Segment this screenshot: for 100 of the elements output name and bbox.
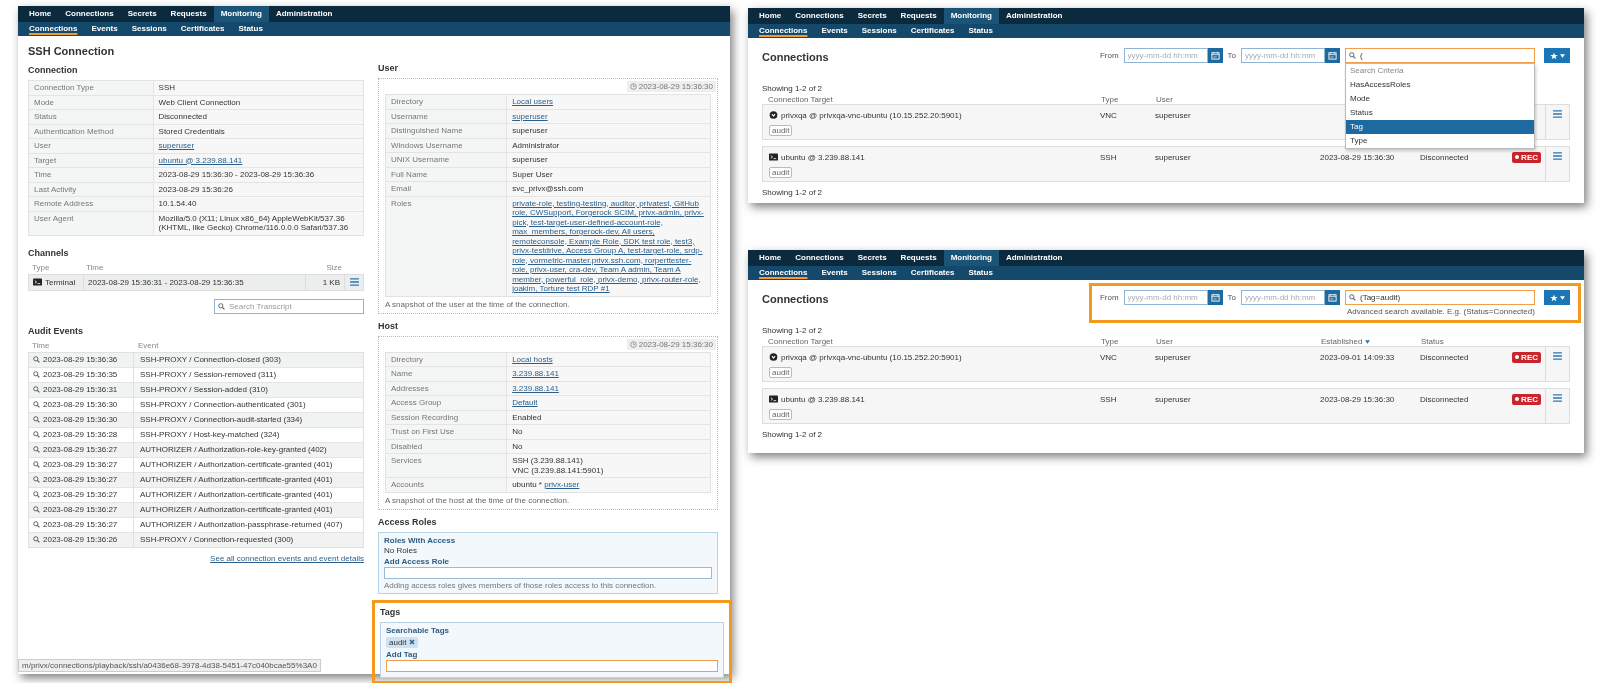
sub-nav-tab[interactable]: Certificates [903,266,962,280]
nav-tab[interactable]: Home [22,6,59,22]
nav-tab[interactable]: Home [752,8,789,24]
connection-row[interactable]: privxqa @ privxqa-vnc-ubuntu (10.15.252.20:5901) VNC superuser 2023-09-01 14:09:33 Disconnected REC audit [762,346,1570,382]
clock-icon [629,340,637,348]
favorites-button[interactable] [1544,48,1570,63]
event-time[interactable]: 2023-08-29 15:36:26 [43,535,118,544]
link[interactable]: See all connection events and event details [210,553,364,563]
event-time[interactable]: 2023-08-29 15:36:28 [43,430,118,439]
column-header[interactable]: Status [1421,337,1546,346]
date-field[interactable]: yyyy-mm-dd hh:mm [1241,48,1325,63]
link[interactable]: 3.239.88.141 [512,369,705,379]
from-label: From [1099,292,1119,304]
column-header[interactable]: Type [1101,337,1156,346]
menu-icon[interactable] [1553,152,1562,160]
nav-tab[interactable]: Monitoring [943,250,999,266]
sub-nav-tab[interactable]: Certificates [903,24,962,38]
calendar-button[interactable] [1325,290,1340,305]
nav-tab[interactable]: Monitoring [213,6,269,22]
date-field[interactable]: yyyy-mm-dd hh:mm [1123,290,1208,305]
link[interactable]: privx-user [544,480,580,489]
search-field[interactable]: (Tag=audit) [1345,290,1535,305]
event-time[interactable]: 2023-08-29 15:36:27 [43,445,118,454]
connection-target: ubuntu @ 3.239.88.141 [781,152,865,162]
event-time[interactable]: 2023-08-29 15:36:27 [43,475,118,484]
nav-tab[interactable]: Requests [893,250,944,266]
nav-tab[interactable]: Administration [998,8,1070,24]
calendar-button[interactable] [1325,48,1340,63]
link[interactable]: ubuntu @ 3.239.88.141 [158,155,358,165]
event-time[interactable]: 2023-08-29 15:36:30 [43,415,118,424]
calendar-icon [1328,293,1337,302]
link[interactable]: Local hosts [512,354,705,364]
menu-icon[interactable] [1553,394,1562,402]
nav-tab[interactable]: Secrets [120,6,164,22]
sub-nav-tab[interactable]: Sessions [854,24,904,38]
nav-tab[interactable]: Connections [788,8,851,24]
nav-tab[interactable]: Requests [163,6,214,22]
column-header[interactable]: Established [1321,337,1421,346]
link[interactable]: Default [512,398,705,408]
event-time[interactable]: 2023-08-29 15:36:35 [43,370,118,379]
nav-tab[interactable]: Home [752,250,789,266]
sub-nav-tab[interactable]: Events [814,24,855,38]
dropdown-option[interactable]: Mode [1346,92,1534,106]
search-field[interactable]: Search Transcript [214,298,364,314]
column-header[interactable]: Connection Target [768,337,1101,346]
event-time[interactable]: 2023-08-29 15:36:30 [43,400,118,409]
event-name: AUTHORIZER / Authorization-certificate-granted (401) [139,475,333,484]
dropdown-option[interactable]: HasAccessRoles [1346,78,1534,92]
input-field[interactable] [386,659,718,672]
event-time[interactable]: 2023-08-29 15:36:27 [43,520,118,529]
column-header[interactable]: Type [1101,95,1156,104]
sub-nav-tab[interactable]: Status [961,24,1000,38]
input-field[interactable] [384,566,712,579]
channel-row[interactable]: Terminal 2023-08-29 15:36:31 - 2023-08-29 15:36:35 1 KB [28,273,364,291]
sub-nav-tab[interactable]: Sessions [124,22,174,36]
favorites-button[interactable] [1544,290,1570,305]
dropdown-option[interactable]: Tag [1346,120,1534,134]
nav-tab[interactable]: Secrets [850,250,894,266]
sub-nav-tab[interactable]: Status [961,266,1000,280]
column-header[interactable]: User [1156,95,1321,104]
menu-icon[interactable] [1553,110,1562,118]
menu-icon[interactable] [349,278,359,286]
close-icon[interactable] [409,639,416,645]
dropdown-option[interactable]: Status [1346,106,1534,120]
date-field[interactable]: yyyy-mm-dd hh:mm [1241,290,1325,305]
nav-tab[interactable]: Requests [893,8,944,24]
sub-nav-tab[interactable]: Events [814,266,855,280]
link[interactable]: Local users [512,97,705,107]
column-header[interactable]: Connection Target [768,95,1101,104]
sub-nav-tab[interactable]: Connections [22,22,85,36]
event-time[interactable]: 2023-08-29 15:36:36 [43,355,118,364]
result-count: Showing 1-2 of 2 [762,84,823,93]
nav-tab[interactable]: Monitoring [943,8,999,24]
search-icon [33,416,40,423]
nav-tab[interactable]: Administration [268,6,340,22]
event-time[interactable]: 2023-08-29 15:36:27 [43,505,118,514]
event-time[interactable]: 2023-08-29 15:36:27 [43,490,118,499]
nav-tab[interactable]: Administration [998,250,1070,266]
search-field[interactable]: ( [1345,48,1535,63]
menu-icon[interactable] [1553,352,1562,360]
sub-nav-tab[interactable]: Status [231,22,270,36]
sub-nav-tab[interactable]: Connections [752,266,815,280]
sub-nav-tab[interactable]: Events [84,22,125,36]
date-field[interactable]: yyyy-mm-dd hh:mm [1123,48,1208,63]
nav-tab[interactable]: Secrets [850,8,894,24]
event-time[interactable]: 2023-08-29 15:36:27 [43,460,118,469]
link[interactable]: private-role, testing-testing, auditor, privatest, GitHub role, CWSupport, Forgerock SCIM, privx-admin, privx-pick, test-target-user-defined-account-role, max_members, forgerock-dev, All users, remoteconsole, Example Role, SDK test role, test3, privx-testdrive, Access Group A, test-target-role, srdp-role, vormetric-master.privx.ssh.com, rorperttester-role, privx-user, cra-dev, Team A admin, Team A member, powerful_role, privx-demo, privx-router-role, joakim, Torture test RDP #1 [512,198,705,294]
tag-text: audit [389,637,407,647]
column-header[interactable]: User [1156,337,1321,346]
link[interactable]: 3.239.88.141 [512,383,705,393]
link[interactable]: superuser [158,141,358,151]
connection-row[interactable]: ubuntu @ 3.239.88.141 SSH superuser 2023-08-29 15:36:30 Disconnected REC audit [762,388,1570,424]
sub-nav-tab[interactable]: Connections [752,24,815,38]
sub-nav-tab[interactable]: Sessions [854,266,904,280]
link[interactable]: superuser [512,111,705,121]
nav-tab[interactable]: Connections [58,6,121,22]
sub-nav-tab[interactable]: Certificates [173,22,232,36]
nav-tab[interactable]: Connections [788,250,851,266]
connection-row[interactable]: ubuntu @ 3.239.88.141 SSH superuser 2023-08-29 15:36:30 Disconnected REC audit [762,146,1570,182]
event-time[interactable]: 2023-08-29 15:36:31 [43,385,118,394]
